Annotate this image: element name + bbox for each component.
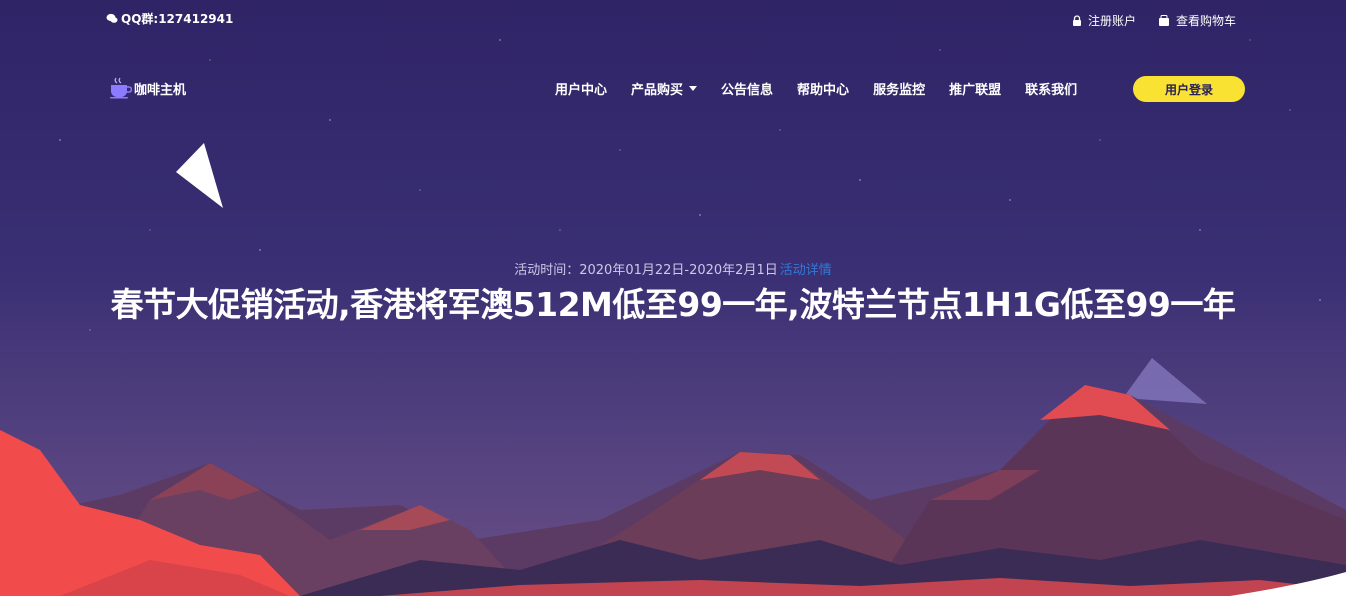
nav-help-center-label: 帮助中心	[797, 83, 850, 98]
view-cart-link[interactable]: 查看购物车	[1158, 12, 1236, 29]
light-triangle-shape	[1123, 358, 1207, 404]
brand-logo[interactable]: 咖啡主机	[108, 76, 186, 100]
nav-buy-products[interactable]: 产品购买	[631, 79, 698, 98]
nav-contact-us-label: 联系我们	[1025, 83, 1078, 98]
nav-help-center[interactable]: 帮助中心	[797, 79, 849, 98]
nav-affiliate-label: 推广联盟	[949, 83, 1002, 98]
nav-affiliate[interactable]: 推广联盟	[949, 79, 1001, 98]
nav-announcements[interactable]: 公告信息	[721, 79, 773, 98]
login-button[interactable]: 用户登录	[1133, 76, 1245, 102]
event-details-link[interactable]: 活动详情	[780, 263, 832, 278]
main-nav: 用户中心 产品购买 公告信息 帮助中心 服务监控 推广联盟 联系我们	[555, 79, 1101, 98]
chat-bubble-icon	[106, 13, 118, 23]
qq-group-text: QQ群:127412941	[121, 12, 234, 26]
account-links: 注册账户 查看购物车	[1072, 12, 1236, 29]
event-date-text: 活动时间：2020年01月22日-2020年2月1日	[514, 263, 778, 278]
event-date: 活动时间：2020年01月22日-2020年2月1日 活动详情	[0, 259, 1346, 278]
page-title: 春节大促销活动,香港将军澳512M低至99一年,波特兰节点1H1G低至99一年	[110, 285, 1236, 324]
nav-service-monitor[interactable]: 服务监控	[873, 79, 925, 98]
register-link-label: 注册账户	[1087, 14, 1136, 28]
cart-icon	[1158, 15, 1169, 26]
nav-buy-products-label: 产品购买	[631, 83, 684, 98]
register-link[interactable]: 注册账户	[1072, 12, 1136, 29]
brand-name: 咖啡主机	[134, 82, 187, 98]
caret-down-icon	[689, 86, 698, 91]
qq-group: QQ群:127412941	[106, 10, 233, 27]
lock-icon	[1072, 15, 1081, 26]
nav-contact-us[interactable]: 联系我们	[1025, 79, 1077, 98]
nav-service-monitor-label: 服务监控	[873, 83, 926, 98]
view-cart-label: 查看购物车	[1175, 14, 1236, 28]
nav-user-center[interactable]: 用户中心	[555, 79, 607, 98]
nav-announcements-label: 公告信息	[721, 83, 774, 98]
coffee-cup-icon	[110, 77, 132, 99]
white-triangle-shape	[176, 143, 223, 208]
nav-user-center-label: 用户中心	[555, 83, 608, 98]
